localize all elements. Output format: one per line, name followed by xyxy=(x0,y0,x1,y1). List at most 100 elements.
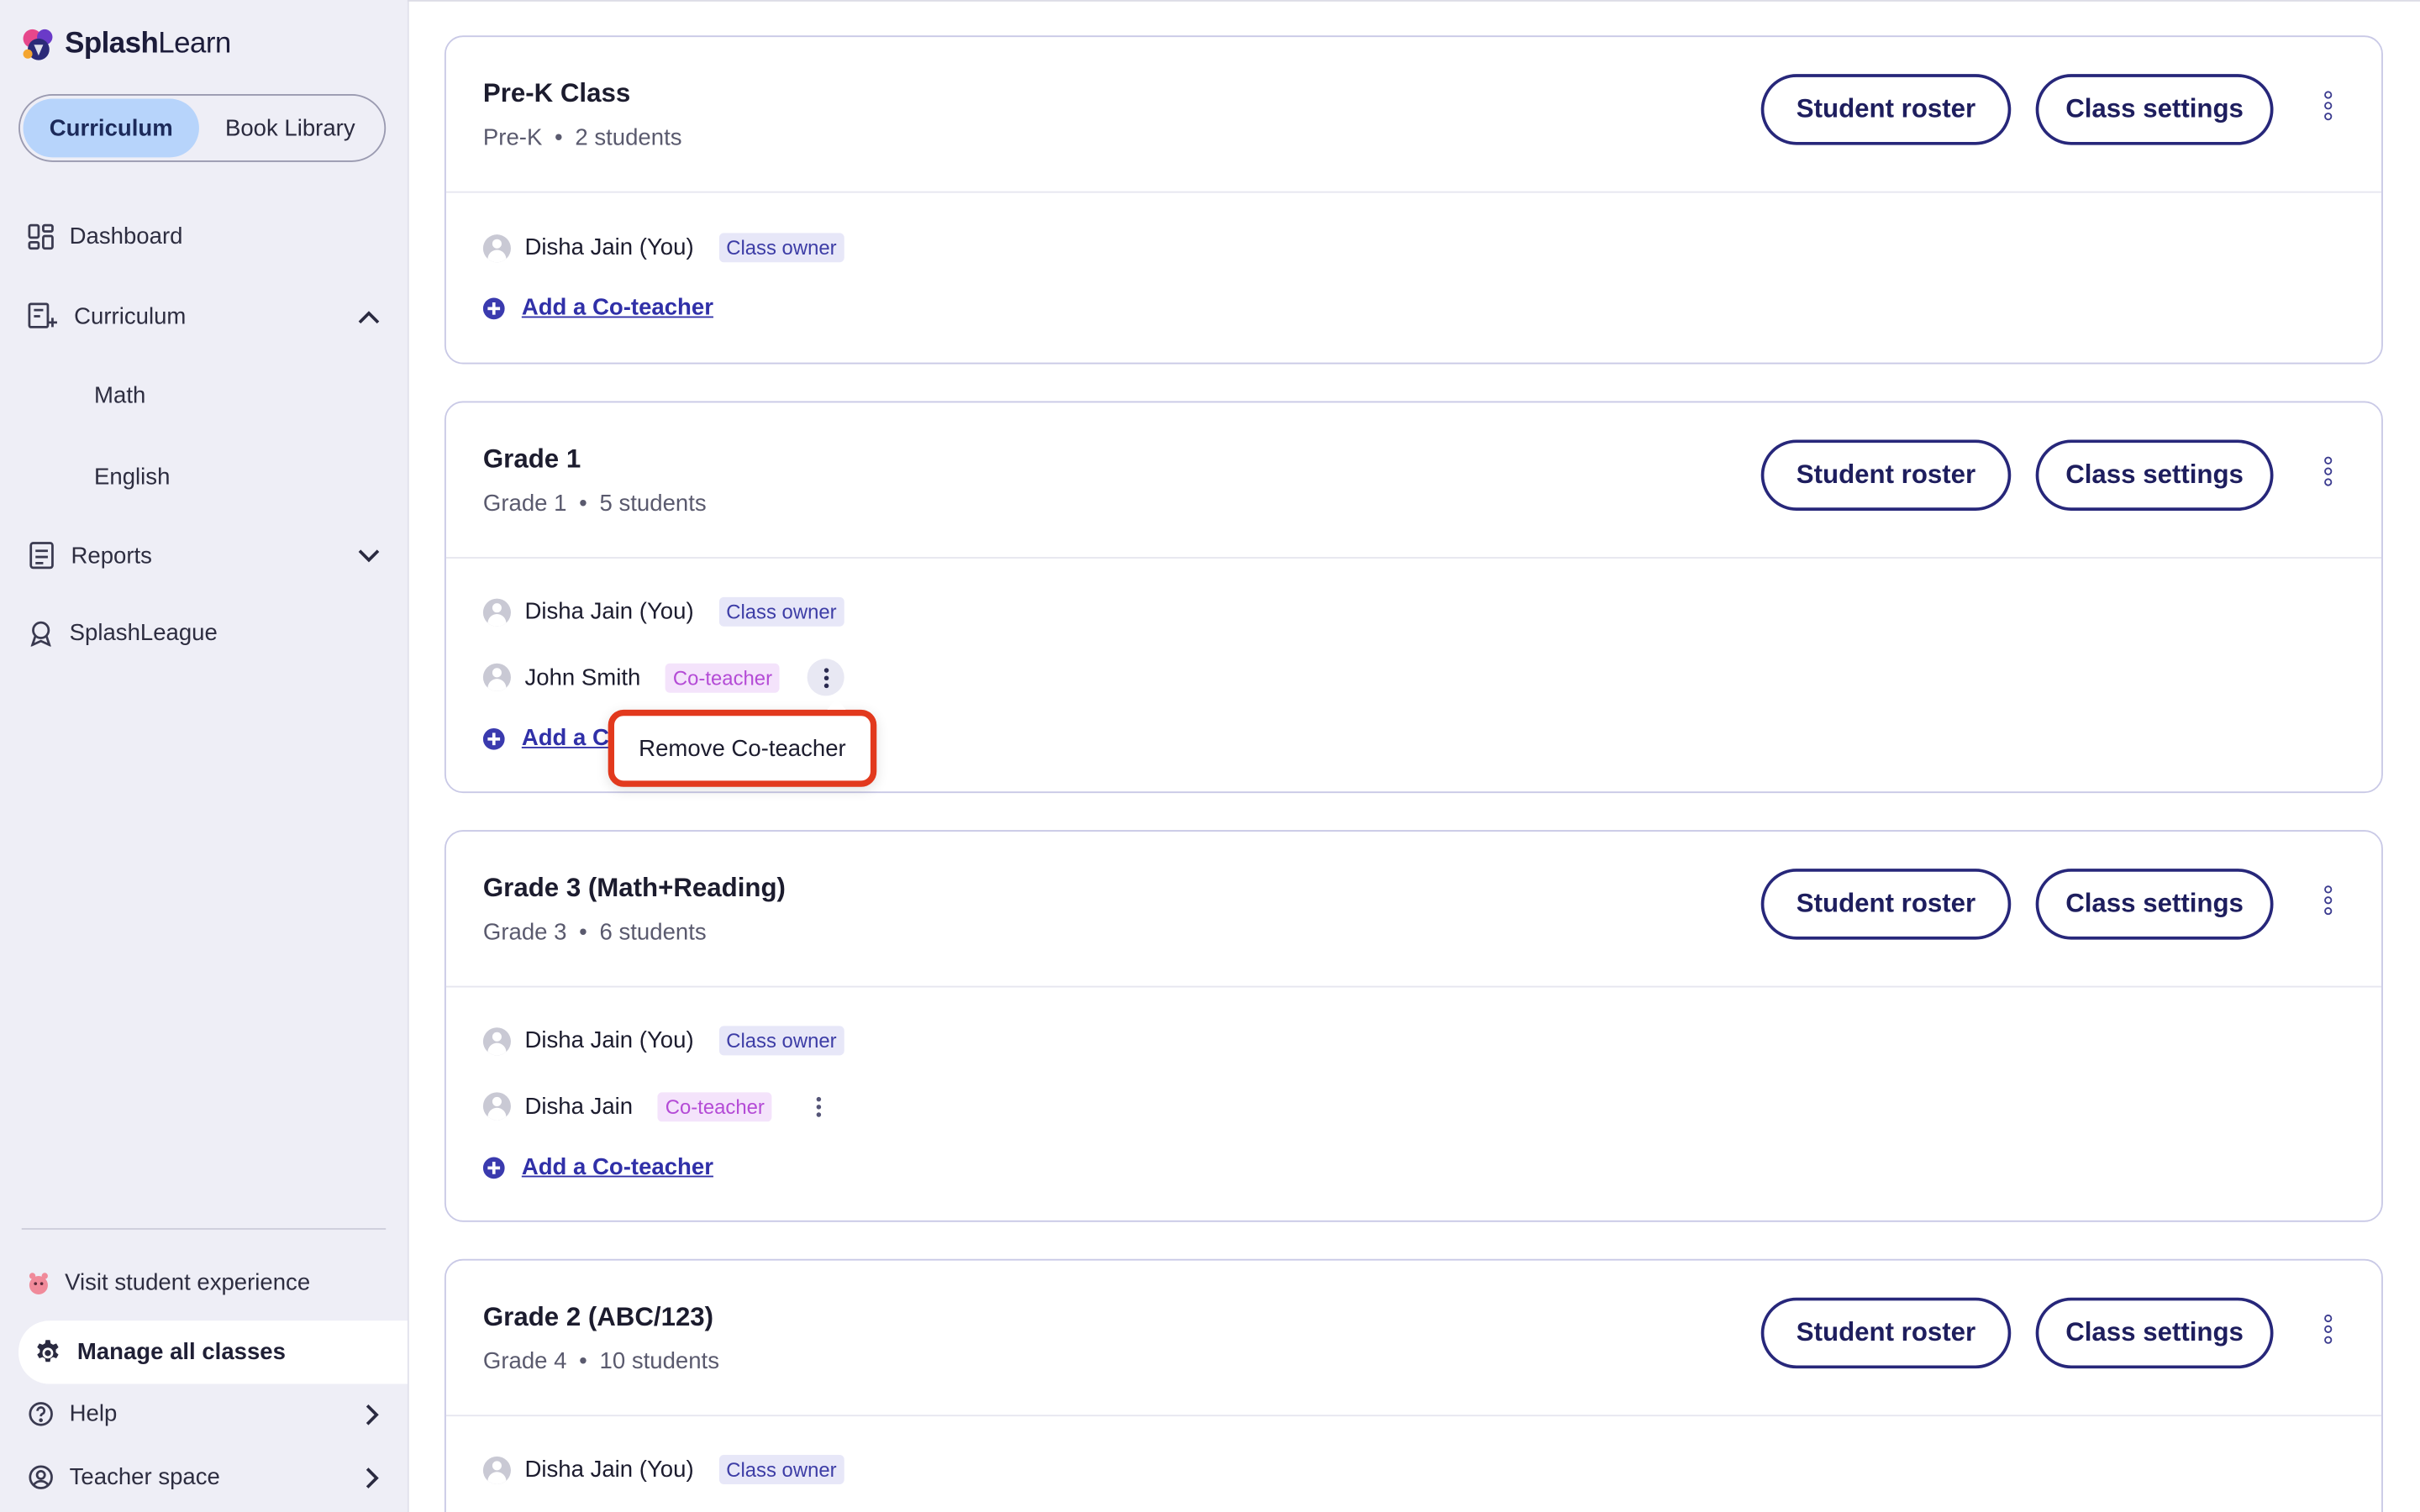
teacher-name: Disha Jain (You) xyxy=(524,1456,694,1483)
sidebar-divider xyxy=(21,1228,387,1230)
teacher-row: Disha Jain (You) Class owner xyxy=(482,233,844,263)
splashleague-icon xyxy=(30,621,51,647)
sidebar-item-help[interactable]: Help xyxy=(28,1401,380,1427)
chevron-right-icon[interactable] xyxy=(366,1404,380,1425)
sidebar-item-splashleague[interactable]: SplashLeague xyxy=(28,620,218,647)
sidebar-item-dashboard[interactable]: Dashboard xyxy=(28,223,183,250)
class-title: Grade 2 (ABC/123) xyxy=(482,1302,714,1332)
add-co-teacher-link[interactable]: Add a Co-teacher xyxy=(482,1153,713,1181)
class-card: Grade 3 (Math+Reading) Grade 3 • 6 student… xyxy=(444,830,2383,1222)
class-card-header: Pre-K Class Pre-K • 2 students Student ros… xyxy=(445,37,2382,193)
teacher-row: Disha Jain Co-teacher xyxy=(482,1088,837,1125)
student-roster-button[interactable]: Student roster xyxy=(1760,439,2012,511)
teacher-name: Disha Jain (You) xyxy=(524,1027,694,1054)
user-circle-icon xyxy=(29,1465,53,1489)
sidebar-item-visit-student-experience[interactable]: Visit student experience xyxy=(28,1270,310,1296)
sidebar-subitem-english[interactable]: English xyxy=(94,465,170,491)
teacher-row: Disha Jain (You) Class owner xyxy=(482,596,844,627)
class-settings-button[interactable]: Class settings xyxy=(2035,869,2274,940)
co-teacher-options-icon[interactable] xyxy=(800,1088,837,1125)
class-owner-badge: Class owner xyxy=(718,596,844,627)
class-title: Grade 1 xyxy=(482,444,581,474)
class-card-header: Grade 2 (ABC/123) Grade 4 • 10 students St… xyxy=(445,1261,2382,1417)
sidebar-item-teacher-space[interactable]: Teacher space xyxy=(28,1464,380,1490)
class-subtitle: Grade 1 • 5 students xyxy=(482,491,707,517)
class-card-header: Grade 1 Grade 1 • 5 students Student roste… xyxy=(445,402,2382,559)
sidebar-item-curriculum[interactable]: Curriculum xyxy=(28,302,380,330)
avatar-icon xyxy=(482,234,511,262)
sidebar-item-reports[interactable]: Reports xyxy=(28,542,380,570)
teacher-name: Disha Jain (You) xyxy=(524,234,694,261)
toggle-book-library[interactable]: Book Library xyxy=(199,99,381,158)
plus-circle-icon xyxy=(482,297,505,319)
top-border xyxy=(407,0,2420,2)
sidebar-item-label: Teacher space xyxy=(69,1464,220,1491)
student-roster-button[interactable]: Student roster xyxy=(1760,74,2012,145)
add-co-teacher-label: Add a Co-teacher xyxy=(521,294,713,322)
class-settings-button[interactable]: Class settings xyxy=(2035,74,2274,145)
avatar-icon xyxy=(482,663,511,691)
library-toggle: Curriculum Book Library xyxy=(18,94,387,162)
avatar-icon xyxy=(482,1455,511,1484)
class-owner-badge: Class owner xyxy=(718,1455,844,1484)
sidebar-item-label: Curriculum xyxy=(74,302,187,330)
class-title: Grade 3 (Math+Reading) xyxy=(482,873,786,903)
class-owner-badge: Class owner xyxy=(718,1026,844,1056)
student-roster-button[interactable]: Student roster xyxy=(1760,869,2012,940)
student-roster-button[interactable]: Student roster xyxy=(1760,1297,2012,1369)
chevron-right-icon[interactable] xyxy=(366,1467,380,1488)
co-teacher-badge: Co-teacher xyxy=(657,1091,773,1121)
chevron-up-icon[interactable] xyxy=(358,309,380,323)
menu-caret xyxy=(827,697,846,710)
reports-icon xyxy=(29,542,54,570)
sidebar-item-label: Reports xyxy=(71,542,152,569)
add-co-teacher-link[interactable]: Add a Co-teacher xyxy=(482,294,713,322)
sidebar: SplashLearn Curriculum Book Library Dash… xyxy=(0,0,409,1512)
class-settings-button[interactable]: Class settings xyxy=(2035,439,2274,511)
brand-name: SplashLearn xyxy=(65,28,231,60)
sidebar-item-manage-all-classes[interactable]: Manage all classes xyxy=(18,1320,408,1384)
sidebar-item-label: Help xyxy=(69,1400,118,1427)
dashboard-icon xyxy=(28,223,54,250)
sidebar-item-label: Dashboard xyxy=(69,223,183,250)
teacher-row: John Smith Co-teacher xyxy=(482,659,845,696)
teacher-name: Disha Jain xyxy=(524,1093,634,1120)
help-icon xyxy=(29,1402,53,1426)
class-subtitle: Grade 3 • 6 students xyxy=(482,919,707,946)
splashlearn-logo-icon xyxy=(18,24,59,65)
co-teacher-badge: Co-teacher xyxy=(665,662,781,692)
class-more-options-icon[interactable] xyxy=(2311,884,2344,924)
co-teacher-options-icon[interactable] xyxy=(808,659,845,696)
curriculum-icon xyxy=(28,302,57,328)
class-subtitle: Pre-K • 2 students xyxy=(482,124,682,151)
brand-logo[interactable]: SplashLearn xyxy=(18,24,231,65)
student-experience-icon xyxy=(29,1272,48,1294)
class-more-options-icon[interactable] xyxy=(2311,455,2344,496)
class-subtitle: Grade 4 • 10 students xyxy=(482,1348,719,1375)
sidebar-item-label: Visit student experience xyxy=(65,1269,311,1296)
class-more-options-icon[interactable] xyxy=(2311,1313,2344,1353)
sidebar-item-label: SplashLeague xyxy=(69,620,218,647)
remove-co-teacher-menu-item[interactable]: Remove Co-teacher xyxy=(608,709,877,787)
class-owner-badge: Class owner xyxy=(718,233,844,263)
class-card: Pre-K Class Pre-K • 2 students Student ros… xyxy=(444,35,2383,365)
chevron-down-icon[interactable] xyxy=(358,549,380,563)
class-card: Grade 2 (ABC/123) Grade 4 • 10 students St… xyxy=(444,1258,2383,1512)
class-card-header: Grade 3 (Math+Reading) Grade 3 • 6 student… xyxy=(445,832,2382,988)
teacher-row: Disha Jain (You) Class owner xyxy=(482,1026,844,1056)
toggle-curriculum[interactable]: Curriculum xyxy=(23,98,199,158)
teacher-name: John Smith xyxy=(524,664,641,690)
class-title: Pre-K Class xyxy=(482,78,631,108)
teacher-name: Disha Jain (You) xyxy=(524,598,694,625)
teacher-row: Disha Jain (You) Class owner xyxy=(482,1455,844,1484)
add-co-teacher-label: Add a Co-teacher xyxy=(521,1153,713,1181)
sidebar-subitem-math[interactable]: Math xyxy=(94,383,145,409)
avatar-icon xyxy=(482,1092,511,1121)
sidebar-item-label: Manage all classes xyxy=(76,1339,286,1366)
plus-circle-icon xyxy=(482,727,505,749)
class-settings-button[interactable]: Class settings xyxy=(2035,1297,2274,1369)
avatar-icon xyxy=(482,597,511,626)
avatar-icon xyxy=(482,1026,511,1055)
class-more-options-icon[interactable] xyxy=(2311,90,2344,130)
plus-circle-icon xyxy=(482,1156,505,1179)
